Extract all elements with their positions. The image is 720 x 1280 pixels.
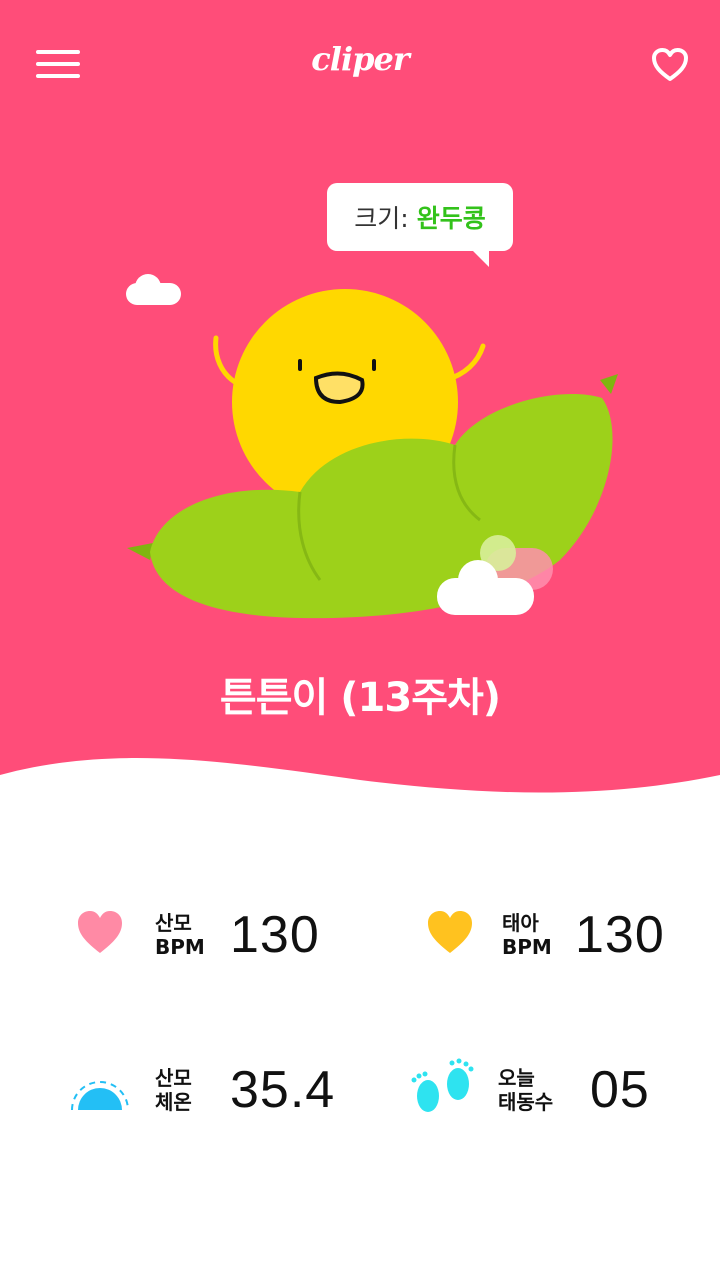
hero-section: cliper 크기: 완두콩 튼튼이 (13주차)	[0, 0, 720, 800]
stat-label-line1: 오늘	[498, 1066, 535, 1090]
stat-value: 05	[590, 1061, 650, 1119]
stat-label-line2: 태동수	[498, 1090, 554, 1114]
stat-value: 130	[230, 906, 320, 964]
stat-label-line2: 체온	[155, 1090, 192, 1114]
stat-label-line1: 태아	[502, 911, 539, 935]
stat-label-line1: 산모	[155, 911, 192, 935]
mother-bpm-stat: 산모 BPM 130	[70, 905, 350, 995]
heart-icon	[78, 911, 122, 953]
stat-value: 130	[575, 906, 665, 964]
baby-feet-icon	[411, 1058, 474, 1112]
mother-temperature-stat: 산모 체온 35.4	[70, 1060, 350, 1150]
baby-name-week: 튼튼이 (13주차)	[219, 675, 501, 721]
stat-value: 35.4	[230, 1061, 336, 1119]
size-speech-bubble: 크기: 완두콩	[327, 183, 513, 267]
heart-outline-icon[interactable]	[650, 46, 690, 84]
stat-label-line2: BPM	[502, 935, 552, 959]
thermometer-dome-icon	[71, 1081, 129, 1111]
size-label: 크기:	[354, 204, 409, 233]
size-value: 완두콩	[416, 204, 486, 233]
fetal-movement-stat: 오늘 태동수 05	[408, 1056, 700, 1146]
heart-icon	[428, 911, 472, 953]
top-app-bar: cliper	[0, 0, 720, 130]
stat-label-line2: BPM	[155, 935, 205, 959]
fetal-bpm-stat: 태아 BPM 130	[420, 905, 700, 995]
stat-label-line1: 산모	[155, 1066, 192, 1090]
app-logo: cliper	[311, 40, 409, 78]
